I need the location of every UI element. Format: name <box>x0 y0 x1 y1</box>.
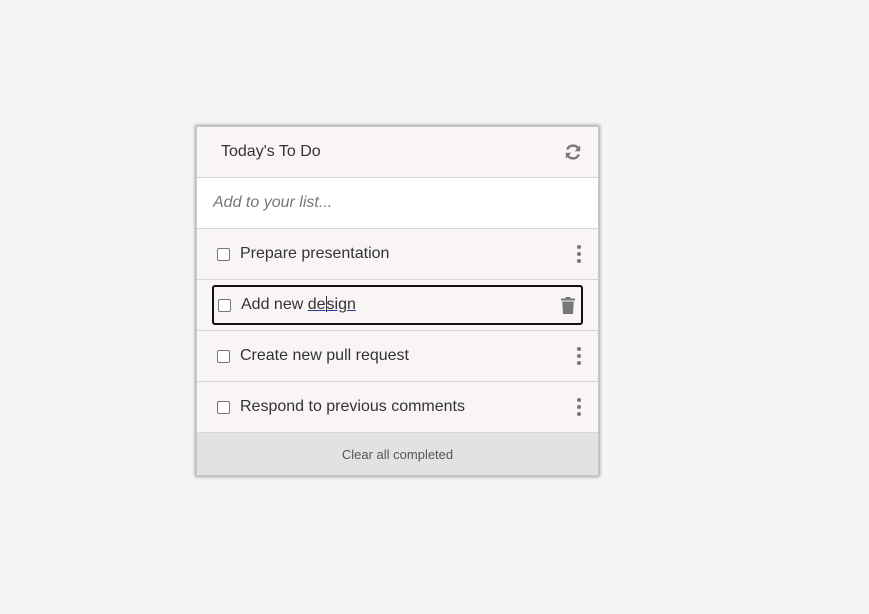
add-item-row <box>197 178 598 229</box>
refresh-icon[interactable] <box>564 143 582 161</box>
trash-icon[interactable] <box>561 296 575 314</box>
item-checkbox[interactable] <box>218 298 231 312</box>
todo-header: Today's To Do <box>197 127 598 178</box>
item-label: Create new pull request <box>240 347 409 364</box>
item-edit-text[interactable]: Add new design <box>241 296 561 314</box>
item-label: Prepare presentation <box>240 245 390 262</box>
list-item: Create new pull request <box>197 331 598 382</box>
add-item-input[interactable] <box>213 194 582 212</box>
clear-completed-button[interactable]: Clear all completed <box>342 447 453 462</box>
item-checkbox[interactable] <box>217 349 230 363</box>
item-checkbox[interactable] <box>217 247 230 261</box>
todo-card: Today's To Do Prepare presentation Add n… <box>196 126 599 476</box>
more-vertical-icon[interactable] <box>574 244 584 264</box>
misspelled-word: design <box>307 296 356 313</box>
list-item-editing: Add new design <box>197 280 598 331</box>
page-title: Today's To Do <box>221 143 321 160</box>
more-vertical-icon[interactable] <box>574 397 584 417</box>
item-edit-field[interactable]: Add new design <box>212 285 583 325</box>
item-checkbox[interactable] <box>217 400 230 414</box>
more-vertical-icon[interactable] <box>574 346 584 366</box>
item-label: Respond to previous comments <box>240 398 465 415</box>
todo-footer: Clear all completed <box>197 433 598 475</box>
list-item: Respond to previous comments <box>197 382 598 433</box>
list-item: Prepare presentation <box>197 229 598 280</box>
